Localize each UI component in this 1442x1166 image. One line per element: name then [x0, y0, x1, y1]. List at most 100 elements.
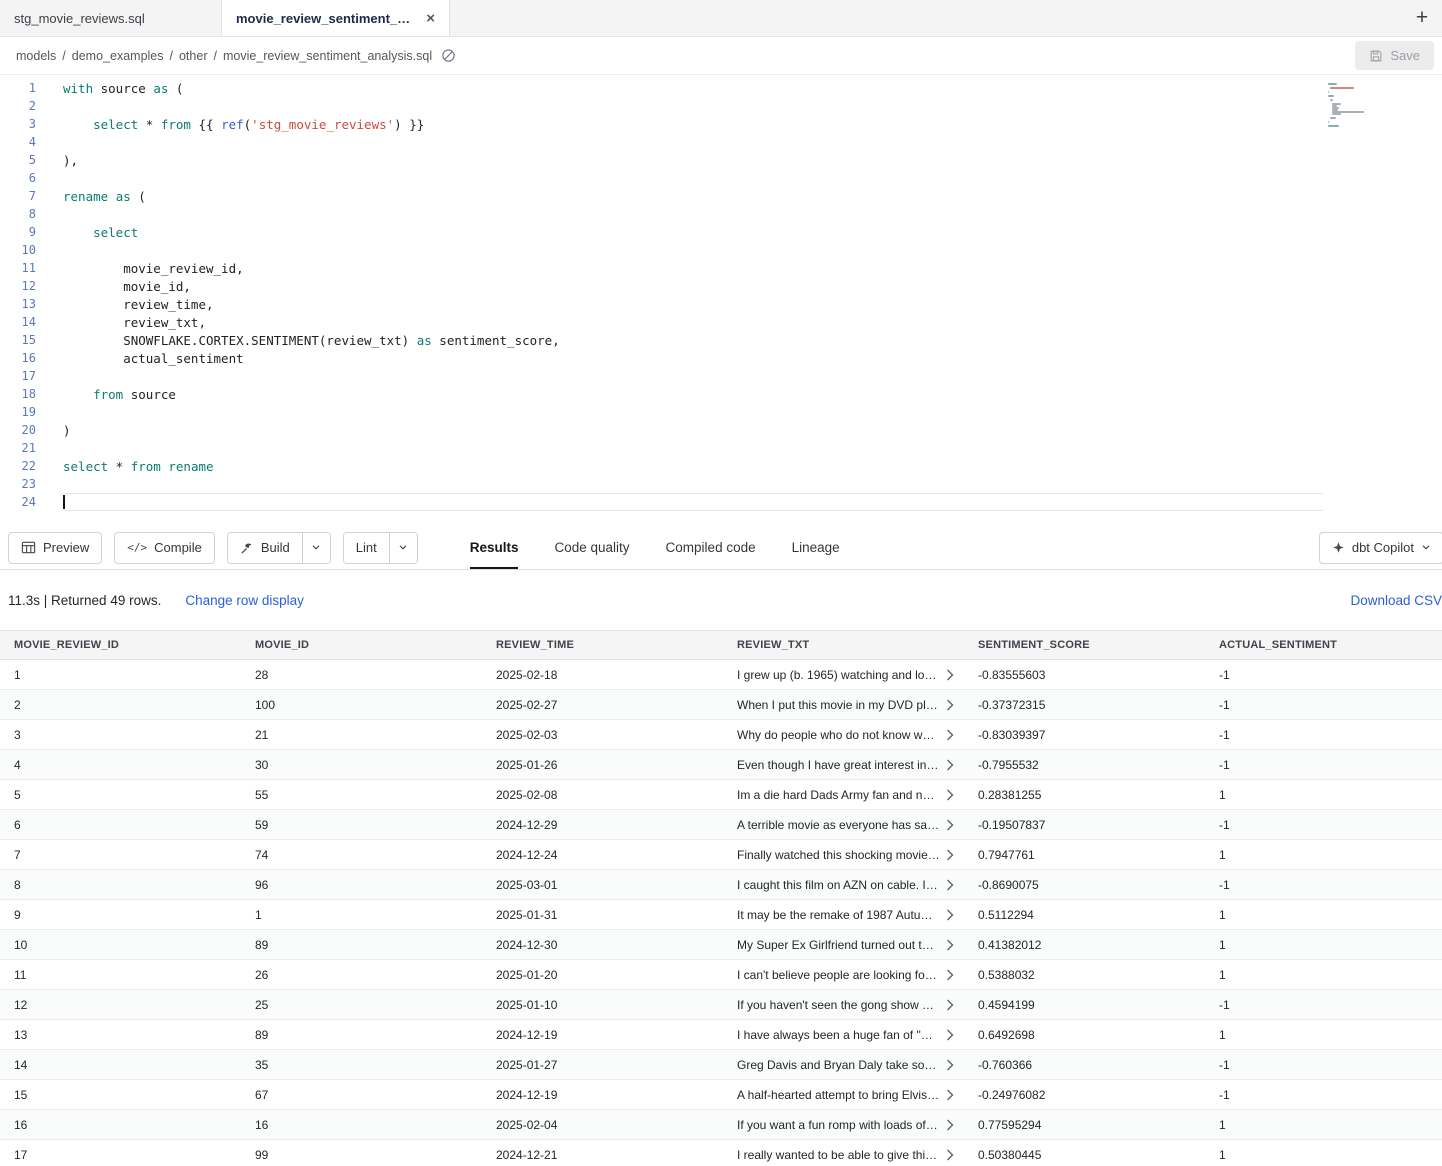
expand-cell-icon[interactable] [946, 669, 954, 681]
code-line-3[interactable]: 3 select * from {{ ref('stg_movie_review… [0, 115, 1442, 133]
line-number: 4 [0, 133, 36, 151]
code-line-6[interactable]: 6 [0, 169, 1442, 187]
cell-review-txt: Why do people who do not know what… [723, 728, 964, 742]
review-text: I have always been a huge fan of "Hom… [737, 1028, 940, 1042]
expand-cell-icon[interactable] [946, 819, 954, 831]
code-line-14[interactable]: 14 review_txt, [0, 313, 1442, 331]
breadcrumb-part[interactable]: other [179, 49, 208, 63]
code-editor[interactable]: 1with source as (23 select * from {{ ref… [0, 75, 1442, 526]
lint-dropdown-button[interactable] [389, 533, 417, 563]
build-dropdown-button[interactable] [302, 533, 330, 563]
cell-review-time: 2025-02-18 [482, 668, 723, 682]
table-header: MOVIE_REVIEW_ID MOVIE_ID REVIEW_TIME REV… [0, 630, 1442, 660]
dbt-copilot-button[interactable]: dbt Copilot [1319, 532, 1442, 564]
code-line-10[interactable]: 10 [0, 241, 1442, 259]
table-row: 912025-01-31It may be the remake of 1987… [0, 900, 1442, 930]
column-header-review-time[interactable]: REVIEW_TIME [482, 639, 723, 651]
cell-review-txt: It may be the remake of 1987 Autumn'… [723, 908, 964, 922]
cell-review-time: 2025-01-31 [482, 908, 723, 922]
tab-movie-review-sentiment[interactable]: movie_review_sentiment_… × [222, 0, 450, 36]
minimap[interactable] [1328, 83, 1400, 131]
cell-sentiment-score: -0.7955532 [964, 758, 1205, 772]
save-button[interactable]: Save [1355, 41, 1434, 70]
code-text [63, 403, 1323, 421]
column-header-movie-review-id[interactable]: MOVIE_REVIEW_ID [0, 639, 241, 651]
code-line-2[interactable]: 2 [0, 97, 1442, 115]
expand-cell-icon[interactable] [946, 729, 954, 741]
cell-sentiment-score: 0.77595294 [964, 1118, 1205, 1132]
code-line-19[interactable]: 19 [0, 403, 1442, 421]
build-button[interactable]: Build [228, 533, 302, 563]
tab-results[interactable]: Results [470, 526, 519, 569]
code-text: ) [63, 421, 1323, 439]
expand-cell-icon[interactable] [946, 879, 954, 891]
code-line-7[interactable]: 7rename as ( [0, 187, 1442, 205]
lint-button[interactable]: Lint [344, 533, 389, 563]
expand-cell-icon[interactable] [946, 1029, 954, 1041]
breadcrumb-part[interactable]: models [16, 49, 56, 63]
code-line-12[interactable]: 12 movie_id, [0, 277, 1442, 295]
column-header-review-txt[interactable]: REVIEW_TXT [723, 639, 964, 651]
code-line-24[interactable]: 24 [0, 493, 1442, 511]
code-line-20[interactable]: 20) [0, 421, 1442, 439]
cell-movie-review-id: 1 [0, 668, 241, 682]
expand-cell-icon[interactable] [946, 969, 954, 981]
code-line-16[interactable]: 16 actual_sentiment [0, 349, 1442, 367]
change-row-display-link[interactable]: Change row display [185, 593, 304, 608]
line-number: 3 [0, 115, 36, 133]
expand-cell-icon[interactable] [946, 699, 954, 711]
cell-movie-review-id: 12 [0, 998, 241, 1012]
code-line-18[interactable]: 18 from source [0, 385, 1442, 403]
tab-compiled-code[interactable]: Compiled code [666, 526, 756, 569]
code-line-8[interactable]: 8 [0, 205, 1442, 223]
new-tab-button[interactable]: + [1402, 0, 1442, 36]
close-tab-icon[interactable]: × [414, 10, 435, 27]
cell-movie-review-id: 2 [0, 698, 241, 712]
code-line-23[interactable]: 23 [0, 475, 1442, 493]
code-line-17[interactable]: 17 [0, 367, 1442, 385]
cell-movie-review-id: 17 [0, 1148, 241, 1162]
code-line-15[interactable]: 15 SNOWFLAKE.CORTEX.SENTIMENT(review_txt… [0, 331, 1442, 349]
table-row: 1282025-02-18I grew up (b. 1965) watchin… [0, 660, 1442, 690]
code-line-5[interactable]: 5), [0, 151, 1442, 169]
breadcrumb-separator: / [170, 49, 173, 63]
code-line-22[interactable]: 22select * from rename [0, 457, 1442, 475]
code-line-11[interactable]: 11 movie_review_id, [0, 259, 1442, 277]
expand-cell-icon[interactable] [946, 1119, 954, 1131]
expand-cell-icon[interactable] [946, 939, 954, 951]
cell-review-txt: Greg Davis and Bryan Daly take some … [723, 1058, 964, 1072]
download-csv-link[interactable]: Download CSV [1350, 593, 1442, 608]
table-row: 4302025-01-26Even though I have great in… [0, 750, 1442, 780]
expand-cell-icon[interactable] [946, 909, 954, 921]
preview-button[interactable]: Preview [8, 532, 102, 564]
table-row: 7742024-12-24Finally watched this shocki… [0, 840, 1442, 870]
compile-button[interactable]: </> Compile [114, 532, 215, 564]
expand-cell-icon[interactable] [946, 759, 954, 771]
expand-cell-icon[interactable] [946, 1149, 954, 1161]
code-line-1[interactable]: 1with source as ( [0, 79, 1442, 97]
line-number: 6 [0, 169, 36, 187]
column-header-actual-sentiment[interactable]: ACTUAL_SENTIMENT [1205, 639, 1442, 651]
code-text: select * from rename [63, 457, 1323, 475]
tab-lineage[interactable]: Lineage [792, 526, 840, 569]
expand-cell-icon[interactable] [946, 999, 954, 1011]
cell-movie-id: 89 [241, 1028, 482, 1042]
column-header-movie-id[interactable]: MOVIE_ID [241, 639, 482, 651]
code-line-4[interactable]: 4 [0, 133, 1442, 151]
chevron-down-icon [1421, 544, 1431, 551]
code-line-9[interactable]: 9 select [0, 223, 1442, 241]
expand-cell-icon[interactable] [946, 789, 954, 801]
expand-cell-icon[interactable] [946, 849, 954, 861]
code-line-21[interactable]: 21 [0, 439, 1442, 457]
cell-actual-sentiment: -1 [1205, 668, 1442, 682]
table-body: 1282025-02-18I grew up (b. 1965) watchin… [0, 660, 1442, 1166]
column-header-sentiment-score[interactable]: SENTIMENT_SCORE [964, 639, 1205, 651]
results-table: MOVIE_REVIEW_ID MOVIE_ID REVIEW_TIME REV… [0, 630, 1442, 1166]
breadcrumb-part[interactable]: demo_examples [72, 49, 164, 63]
code-line-13[interactable]: 13 review_time, [0, 295, 1442, 313]
tab-stg-movie-reviews[interactable]: stg_movie_reviews.sql [0, 0, 222, 36]
code-text: select [63, 223, 1323, 241]
tab-code-quality[interactable]: Code quality [554, 526, 629, 569]
expand-cell-icon[interactable] [946, 1059, 954, 1071]
expand-cell-icon[interactable] [946, 1089, 954, 1101]
